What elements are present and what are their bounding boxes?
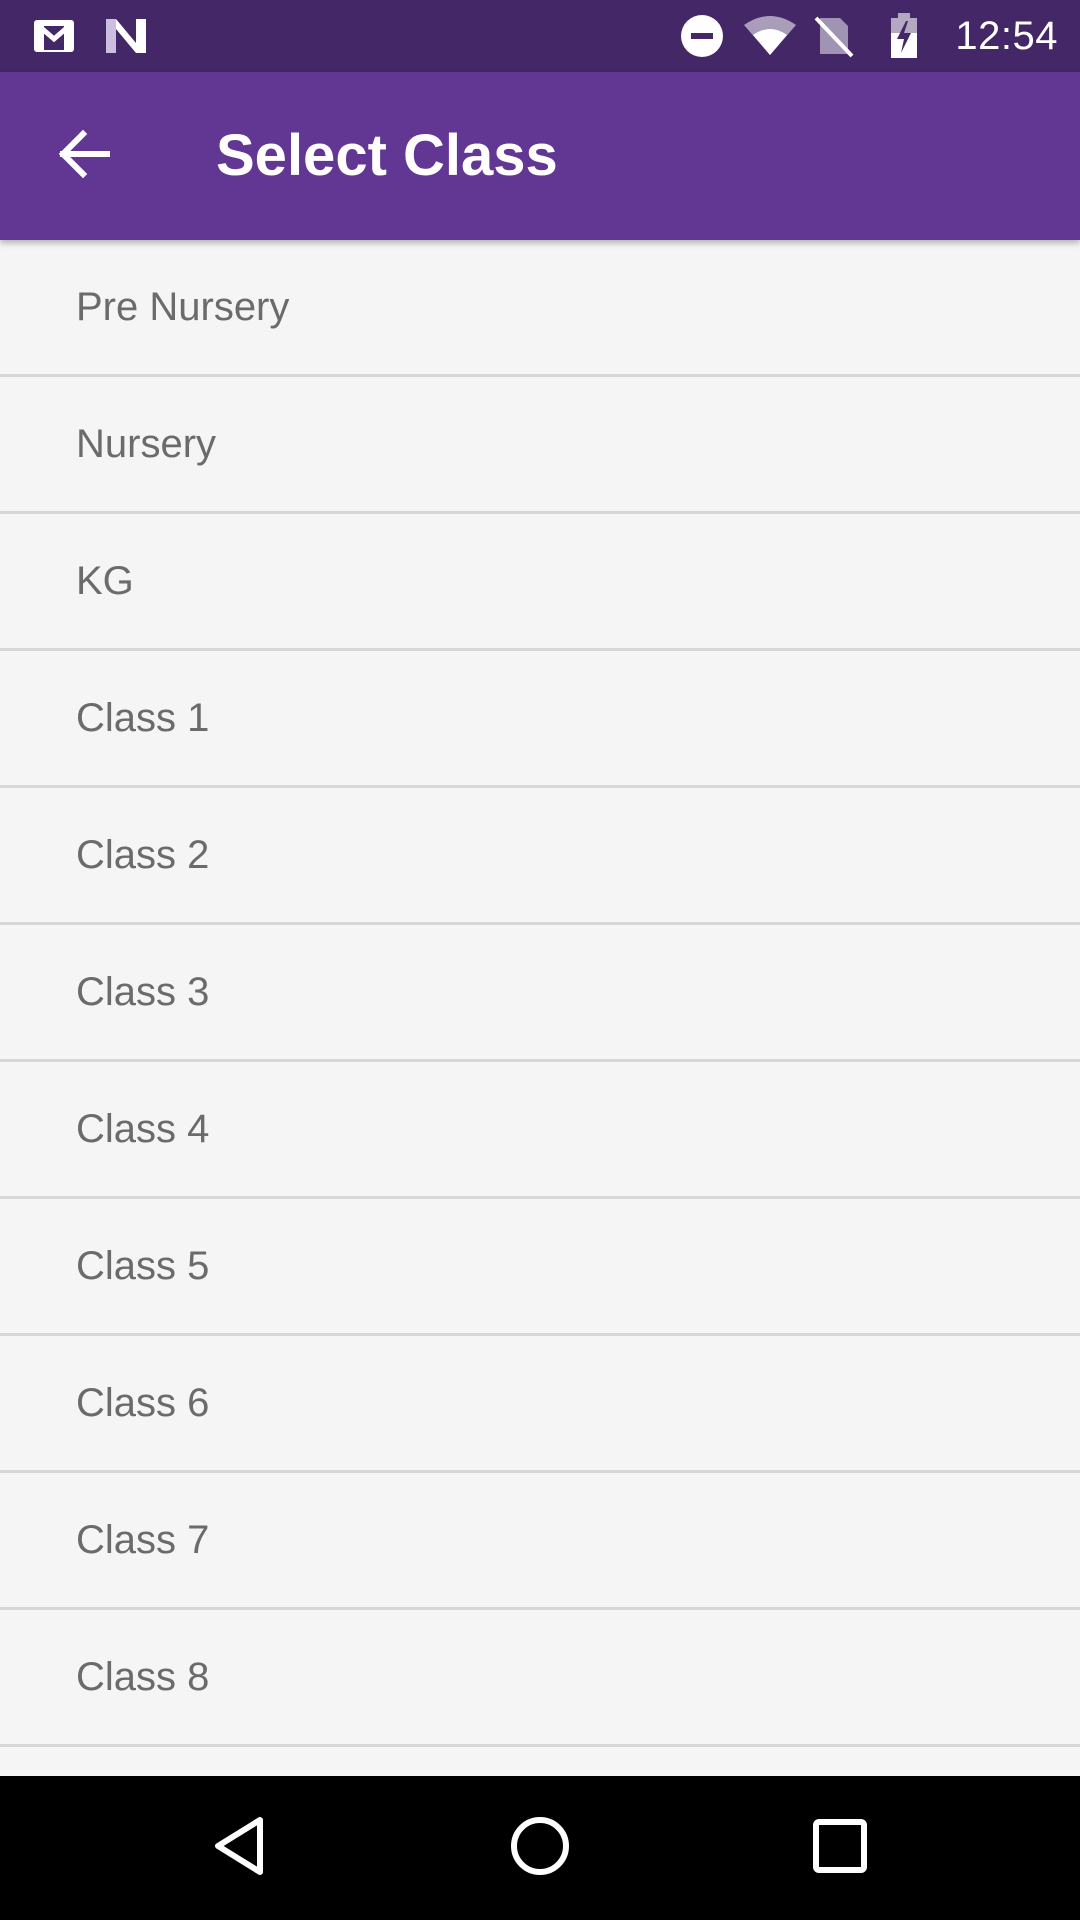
list-item-kg[interactable]: KG xyxy=(0,514,1080,651)
list-item-class-6[interactable]: Class 6 xyxy=(0,1336,1080,1473)
no-sim-icon xyxy=(812,14,856,58)
gmail-icon xyxy=(30,14,78,58)
navigation-bar xyxy=(0,1776,1080,1920)
n-app-icon xyxy=(102,14,150,58)
back-button[interactable] xyxy=(36,108,132,204)
recents-square-icon xyxy=(810,1816,870,1881)
list-item-class-3[interactable]: Class 3 xyxy=(0,925,1080,1062)
nav-recents-button[interactable] xyxy=(798,1806,882,1890)
status-bar: 12:54 xyxy=(0,0,1080,72)
nav-home-button[interactable] xyxy=(498,1806,582,1890)
app-bar: Select Class xyxy=(0,72,1080,240)
list-item-label: Class 1 xyxy=(76,695,210,740)
arrow-back-icon xyxy=(57,129,111,184)
wifi-icon xyxy=(742,14,798,58)
list-item-class-8[interactable]: Class 8 xyxy=(0,1610,1080,1747)
list-item-label: Class 6 xyxy=(76,1380,210,1425)
list-item-label: Class 5 xyxy=(76,1243,210,1288)
list-item-label: Class 8 xyxy=(76,1654,210,1699)
list-item-label: Class 2 xyxy=(76,832,210,877)
nav-back-button[interactable] xyxy=(198,1806,282,1890)
list-item-pre-nursery[interactable]: Pre Nursery xyxy=(0,240,1080,377)
list-item-class-5[interactable]: Class 5 xyxy=(0,1199,1080,1336)
back-triangle-icon xyxy=(210,1814,270,1883)
list-item-class-4[interactable]: Class 4 xyxy=(0,1062,1080,1199)
list-item-class-2[interactable]: Class 2 xyxy=(0,788,1080,925)
list-item-nursery[interactable]: Nursery xyxy=(0,377,1080,514)
list-item-class-1[interactable]: Class 1 xyxy=(0,651,1080,788)
battery-charging-icon xyxy=(884,13,924,58)
list-item-label: Class 3 xyxy=(76,969,210,1014)
list-item-label: Class 7 xyxy=(76,1517,210,1562)
status-time: 12:54 xyxy=(955,14,1058,58)
page-title: Select Class xyxy=(216,123,558,188)
class-list: Pre Nursery Nursery KG Class 1 Class 2 C… xyxy=(0,240,1080,1776)
list-item-label: Class 4 xyxy=(76,1106,210,1151)
list-item-label: KG xyxy=(76,558,134,603)
home-circle-icon xyxy=(508,1814,572,1883)
list-item-label: Pre Nursery xyxy=(76,284,290,329)
do-not-disturb-icon xyxy=(678,14,726,58)
list-item-label: Nursery xyxy=(76,421,217,466)
list-item-class-7[interactable]: Class 7 xyxy=(0,1473,1080,1610)
